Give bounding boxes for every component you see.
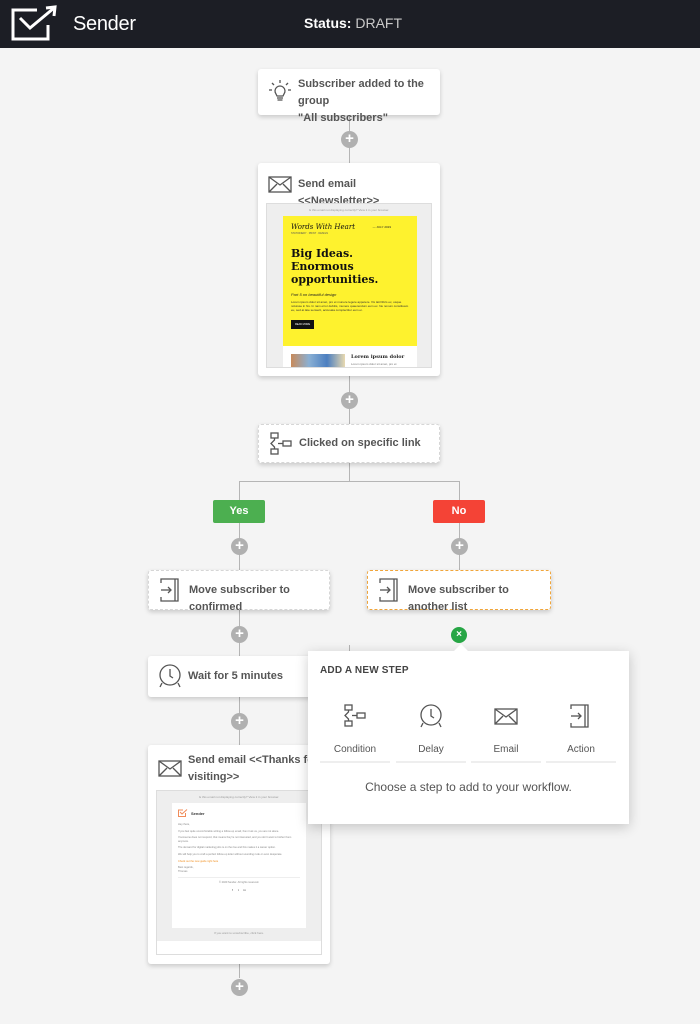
brand-name: Sender: [73, 13, 136, 35]
envelope-icon: [158, 760, 182, 777]
newsletter-brand-sub: STATIONERY · PRINT · DESIGN: [291, 232, 328, 235]
move-to-list-icon: [379, 578, 398, 602]
workflow-status: Status: DRAFT: [304, 15, 402, 31]
node-label: Move subscriber to another list: [408, 584, 509, 613]
step-option-condition[interactable]: Condition: [320, 699, 390, 763]
branch-line: [239, 481, 460, 482]
add-step-button[interactable]: +: [231, 979, 248, 996]
condition-flow-icon: [344, 704, 366, 727]
newsletter-cta: READ MORE: [291, 320, 315, 329]
add-step-button-yes[interactable]: +: [231, 538, 248, 555]
thanks-email-footer: © 2020 Sender. All rights reserved.: [178, 877, 300, 884]
node-label: Move subscriber to confirmed: [189, 584, 290, 613]
step-option-action[interactable]: Action: [546, 699, 616, 763]
newsletter-hero: Words With Heart — JULY 2019 STATIONERY …: [283, 216, 417, 346]
sender-logo-icon: [178, 809, 188, 817]
move-to-list-icon: [160, 578, 179, 602]
send-email-thanks-node[interactable]: Send email <<Thanks for visiting>> Is th…: [148, 745, 330, 964]
condition-flow-icon: [270, 432, 292, 455]
option-label: Email: [493, 744, 519, 755]
add-step-button[interactable]: +: [341, 131, 358, 148]
connector-line: [459, 481, 460, 571]
envelope-icon: [268, 176, 292, 193]
email-preview[interactable]: Is this email not displaying correctly? …: [266, 203, 432, 368]
connector-line: [349, 463, 350, 481]
linkedin-icon: in: [243, 888, 246, 893]
trigger-node[interactable]: Subscriber added to the group "All subsc…: [258, 69, 440, 124]
trigger-label: Subscriber added to the group "All subsc…: [298, 78, 424, 124]
newsletter-subhead: Part 5 on beautiful design: [291, 292, 337, 297]
status-value: DRAFT: [355, 15, 403, 31]
newsletter-card-title: Lorem ipsum dolor: [351, 354, 405, 360]
twitter-icon: t: [237, 888, 239, 893]
envelope-icon: [494, 708, 518, 725]
add-step-button[interactable]: +: [341, 392, 358, 409]
newsletter-card-text: Lorem ipsum dolor sit amet, pro et: [351, 362, 397, 366]
connector-line: [239, 481, 240, 571]
sender-logo-icon: [11, 5, 57, 41]
no-branch-badge: No: [433, 500, 485, 523]
thanks-email-body: Sender Hey there, If you feel quite unco…: [172, 803, 306, 928]
clock-icon: [159, 664, 181, 688]
step-option-delay[interactable]: Delay: [396, 699, 466, 763]
preview-top-note: Is this email not displaying correctly? …: [198, 795, 280, 799]
popover-title: ADD A NEW STEP: [320, 665, 409, 676]
close-popover-button[interactable]: ×: [451, 627, 467, 643]
facebook-icon: f: [232, 888, 233, 893]
status-label: Status:: [304, 15, 352, 31]
connector-line: [239, 964, 240, 978]
option-label: Delay: [418, 744, 444, 755]
wait-node[interactable]: Wait for 5 minutes: [148, 656, 330, 697]
social-icons: f t in: [178, 888, 300, 892]
clock-icon: [420, 704, 442, 728]
option-label: Condition: [333, 744, 377, 755]
popover-hint: Choose a step to add to your workflow.: [365, 780, 572, 794]
move-to-another-list-node[interactable]: Move subscriber to another list: [367, 570, 551, 613]
add-step-popover: ADD A NEW STEP Condition Delay Email Act…: [308, 644, 629, 824]
add-step-button-no[interactable]: +: [451, 538, 468, 555]
node-label: Wait for 5 minutes: [188, 670, 283, 682]
top-bar: Sender Status: DRAFT: [0, 0, 700, 48]
add-step-button[interactable]: +: [231, 713, 248, 730]
condition-node[interactable]: Clicked on specific link: [258, 424, 440, 463]
step-option-email[interactable]: Email: [471, 699, 541, 763]
preview-top-note: Is this email not displaying correctly? …: [308, 208, 390, 212]
preview-bottom-space: [157, 941, 321, 954]
thanks-email-brand: Sender: [191, 810, 205, 816]
move-to-confirmed-node[interactable]: Move subscriber to confirmed: [148, 570, 330, 613]
preview-bottom-note: If you want to unsubscribe, click here.: [213, 931, 265, 935]
thanks-email-text: Hey there, If you feel quite uncomfortab…: [178, 823, 292, 873]
move-to-list-icon: [570, 704, 589, 728]
send-email-newsletter-node[interactable]: Send email <<Newsletter>> Is this email …: [258, 163, 440, 376]
lightbulb-icon: [269, 80, 291, 101]
newsletter-brand: Words With Heart: [291, 223, 356, 231]
yes-branch-badge: Yes: [213, 500, 265, 523]
newsletter-date: — JULY 2019: [372, 225, 391, 229]
thanks-email-header: Sender: [178, 809, 300, 817]
node-label: Clicked on specific link: [299, 437, 421, 449]
option-label: Action: [567, 744, 595, 755]
add-step-button[interactable]: +: [231, 626, 248, 643]
newsletter-card-image: [291, 354, 345, 367]
newsletter-card: Lorem ipsum dolor Lorem ipsum dolor sit …: [283, 346, 417, 367]
newsletter-body: Lorem ipsum dolor sit amet, pro et muner…: [291, 300, 409, 312]
node-label: Send email <<Thanks for visiting>>: [188, 754, 319, 783]
email-preview[interactable]: Is this email not displaying correctly? …: [156, 790, 322, 955]
newsletter-headline: Big Ideas. Enormous opportunities.: [291, 247, 379, 286]
